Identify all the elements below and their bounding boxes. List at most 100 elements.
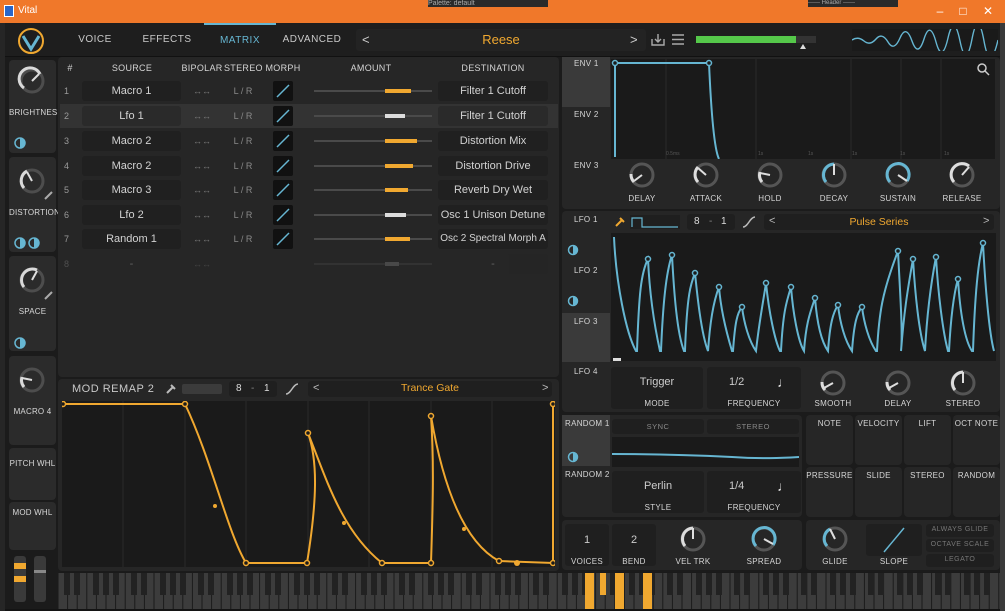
- random-style-value[interactable]: Perlin: [612, 480, 704, 492]
- env-decay-knob[interactable]: [819, 160, 849, 190]
- stereo-toggle[interactable]: L / R: [230, 227, 256, 251]
- maximize-button[interactable]: □: [952, 4, 974, 19]
- stereo-toggle[interactable]: L / R: [230, 178, 256, 202]
- remap-preset-name[interactable]: Trance Gate: [308, 382, 552, 394]
- zoom-icon[interactable]: [977, 63, 990, 76]
- lfo-4-tab[interactable]: LFO 4: [562, 367, 610, 376]
- source-random-label[interactable]: RANDOM: [953, 471, 1000, 480]
- amount-slider[interactable]: [314, 237, 432, 241]
- bipolar-toggle[interactable]: ↔↔: [191, 252, 213, 276]
- morph-curve-button[interactable]: [273, 205, 293, 225]
- env-1-label[interactable]: ENV 1: [562, 59, 610, 68]
- bipolar-toggle[interactable]: ↔↔: [191, 227, 213, 251]
- stereo-toggle[interactable]: L / R: [230, 104, 256, 128]
- source-stereo-label[interactable]: STEREO: [904, 471, 951, 480]
- macro-1-knob[interactable]: [17, 66, 47, 96]
- paint-icon[interactable]: [614, 216, 626, 228]
- source-selector[interactable]: Macro 1: [82, 81, 181, 101]
- lfo-2-tab[interactable]: LFO 2: [562, 266, 610, 275]
- lfo-next-button[interactable]: >: [983, 215, 989, 227]
- lfo-1-mod-icon[interactable]: [567, 244, 579, 256]
- grid-y[interactable]: 1: [264, 383, 270, 394]
- mod-wheel[interactable]: [34, 556, 46, 602]
- destination-selector[interactable]: -: [438, 254, 548, 274]
- lfo-smooth-knob[interactable]: [818, 368, 848, 398]
- macro-2-knob[interactable]: [17, 166, 47, 196]
- save-icon[interactable]: [651, 33, 665, 46]
- source-selector[interactable]: Macro 2: [82, 131, 181, 151]
- morph-curve-button[interactable]: [273, 180, 293, 200]
- spread-knob[interactable]: [749, 524, 779, 554]
- lfo-phase-handle[interactable]: [613, 358, 621, 361]
- lfo-preset-name[interactable]: Pulse Series: [764, 216, 994, 228]
- slope-control[interactable]: [866, 524, 922, 556]
- amount-slider[interactable]: [314, 262, 432, 266]
- morph-curve-button[interactable]: [273, 106, 293, 126]
- tab-voice[interactable]: VOICE: [66, 23, 124, 57]
- macro-4-knob[interactable]: [17, 365, 47, 395]
- env-sustain-knob[interactable]: [883, 160, 913, 190]
- remap-curve-editor[interactable]: [62, 401, 555, 567]
- morph-curve-button[interactable]: [273, 131, 293, 151]
- lfo-shape-editor[interactable]: [611, 233, 996, 361]
- macro-3-knob[interactable]: [17, 265, 47, 295]
- lfo-1-tab[interactable]: LFO 1: [562, 215, 610, 224]
- bend-value[interactable]: 2: [612, 534, 656, 546]
- tab-matrix[interactable]: MATRIX: [204, 23, 276, 57]
- preset-selector[interactable]: < Reese >: [356, 29, 646, 51]
- destination-selector[interactable]: Osc 2 Spectral Morph A: [438, 229, 548, 249]
- lfo-stereo-knob[interactable]: [948, 368, 978, 398]
- octave-scale-label[interactable]: OCTAVE SCALE: [926, 541, 994, 548]
- random-frequency-value[interactable]: 1/4: [729, 480, 744, 492]
- tab-effects[interactable]: EFFECTS: [135, 23, 199, 57]
- macro-2-mod-icon[interactable]: [13, 236, 41, 250]
- env-release-knob[interactable]: [947, 160, 977, 190]
- destination-selector[interactable]: Osc 1 Unison Detune: [438, 205, 548, 225]
- env-3-tab[interactable]: ENV 3: [562, 161, 610, 170]
- source-selector[interactable]: Lfo 1: [82, 106, 181, 126]
- envelope-editor[interactable]: [611, 59, 995, 159]
- bipolar-toggle[interactable]: ↔↔: [191, 129, 213, 153]
- paint-icon[interactable]: [165, 383, 177, 395]
- stereo-toggle[interactable]: L / R: [230, 203, 256, 227]
- bipolar-toggle[interactable]: ↔↔: [191, 154, 213, 178]
- minimize-button[interactable]: –: [929, 4, 951, 19]
- voices-value[interactable]: 1: [565, 534, 609, 546]
- grid-x[interactable]: 8: [236, 383, 242, 394]
- env-attack-knob[interactable]: [691, 160, 721, 190]
- bipolar-toggle[interactable]: ↔↔: [191, 104, 213, 128]
- amount-slider[interactable]: [314, 139, 432, 143]
- glide-knob[interactable]: [820, 524, 850, 554]
- source-oct-note-label[interactable]: OCT NOTE: [953, 419, 1000, 428]
- remap-next-button[interactable]: >: [542, 382, 548, 394]
- stereo-toggle[interactable]: L / R: [230, 129, 256, 153]
- paint-pattern[interactable]: [630, 215, 680, 229]
- piano-keys[interactable]: [58, 573, 1000, 609]
- paint-pattern[interactable]: [182, 384, 222, 394]
- lfo-grid-x[interactable]: 8: [694, 216, 700, 227]
- smooth-icon[interactable]: [742, 215, 756, 229]
- lfo-mode-value[interactable]: Trigger: [611, 376, 703, 388]
- destination-selector[interactable]: Distortion Mix: [438, 131, 548, 151]
- tempo-sync-note-icon[interactable]: ♩: [777, 478, 791, 494]
- legato-label[interactable]: LEGATO: [926, 556, 994, 563]
- lfo-3-label[interactable]: LFO 3: [562, 317, 610, 326]
- amount-slider[interactable]: [314, 114, 432, 118]
- lfo-2-mod-icon[interactable]: [567, 295, 579, 307]
- macro-1-mod-icon[interactable]: [13, 136, 27, 150]
- macro-3-edit-icon[interactable]: [44, 290, 54, 300]
- bipolar-toggle[interactable]: ↔↔: [191, 203, 213, 227]
- source-note-label[interactable]: NOTE: [806, 419, 853, 428]
- source-selector[interactable]: Macro 3: [82, 180, 181, 200]
- random-sync-label[interactable]: SYNC: [612, 422, 704, 431]
- source-velocity-label[interactable]: VELOCITY: [855, 419, 902, 428]
- env-2-tab[interactable]: ENV 2: [562, 110, 610, 119]
- destination-selector[interactable]: Reverb Dry Wet: [438, 180, 548, 200]
- menu-icon[interactable]: [671, 34, 685, 45]
- always-glide-label[interactable]: ALWAYS GLIDE: [926, 526, 994, 533]
- destination-selector[interactable]: Distortion Drive: [438, 156, 548, 176]
- macro-2-edit-icon[interactable]: [44, 190, 54, 200]
- close-button[interactable]: ✕: [977, 4, 999, 19]
- morph-curve-button[interactable]: [273, 156, 293, 176]
- stereo-toggle[interactable]: L / R: [230, 79, 256, 103]
